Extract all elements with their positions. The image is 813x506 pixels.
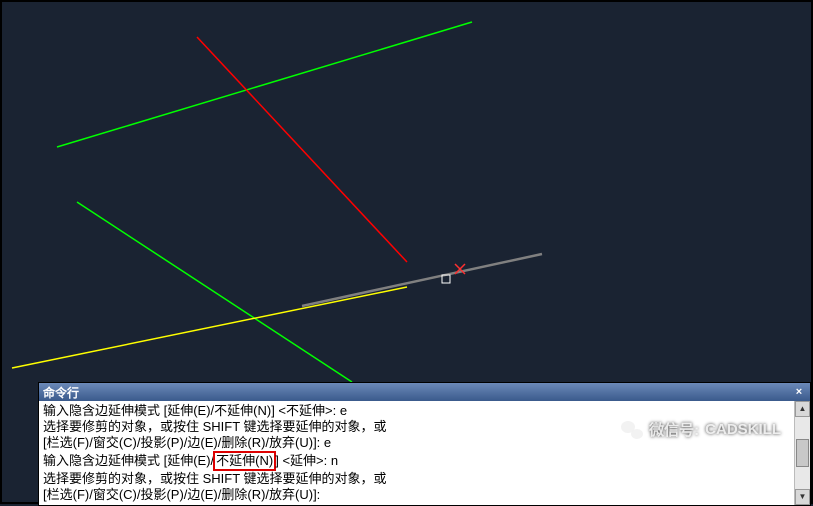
command-line-titlebar[interactable]: 命令行 ×	[39, 383, 810, 401]
watermark-value: CADSKILL	[705, 421, 781, 438]
green-line-2[interactable]	[77, 202, 352, 382]
highlight-no-extend: 不延伸(N)	[213, 451, 276, 471]
gray-line[interactable]	[302, 254, 542, 306]
yellow-line[interactable]	[12, 287, 407, 368]
command-line-window: 命令行 × 输入隐含边延伸模式 [延伸(E)/不延伸(N)] <不延伸>: e 选…	[38, 382, 811, 506]
red-line[interactable]	[197, 37, 407, 262]
close-icon[interactable]: ×	[792, 385, 806, 399]
canvas-svg	[2, 2, 811, 382]
green-line-1[interactable]	[57, 22, 472, 147]
drawing-canvas[interactable]	[2, 2, 811, 382]
command-line-3: 输入隐含边延伸模式 [延伸(E)/不延伸(N)] <延伸>: n	[43, 451, 806, 471]
scroll-thumb[interactable]	[796, 439, 809, 468]
command-line-0: 输入隐含边延伸模式 [延伸(E)/不延伸(N)] <不延伸>: e	[43, 403, 806, 419]
command-line-title: 命令行	[43, 384, 79, 401]
scroll-up-icon[interactable]: ▲	[795, 401, 810, 417]
scroll-down-icon[interactable]: ▼	[795, 489, 810, 505]
command-line-4: 选择要修剪的对象，或按住 SHIFT 键选择要延伸的对象，或	[43, 471, 806, 487]
watermark: 微信号: CADSKILL	[621, 419, 781, 440]
command-line-5: [栏选(F)/窗交(C)/投影(P)/边(E)/删除(R)/放弃(U)]:	[43, 487, 806, 503]
wechat-icon	[621, 421, 643, 439]
scrollbar-vertical[interactable]: ▲ ▼	[794, 401, 810, 505]
watermark-label: 微信号:	[649, 419, 699, 440]
command-line-body[interactable]: 输入隐含边延伸模式 [延伸(E)/不延伸(N)] <不延伸>: e 选择要修剪的对…	[39, 401, 810, 505]
scroll-track[interactable]	[795, 417, 810, 489]
